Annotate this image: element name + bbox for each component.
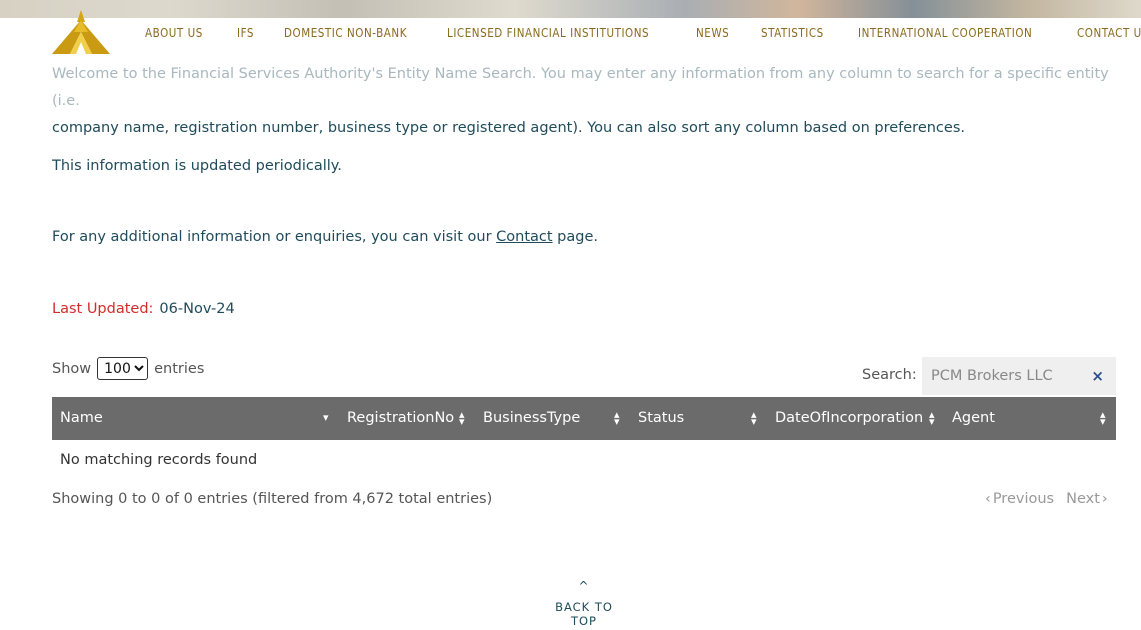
col-businesstype[interactable]: BusinessType (483, 410, 580, 426)
col-registrationno[interactable]: RegistrationNo (347, 410, 454, 426)
nav-licensed-financial-institutions[interactable]: LICENSED FINANCIAL INSTITUTIONS (447, 25, 649, 40)
empty-table-message: No matching records found (60, 452, 258, 468)
nav-news[interactable]: NEWS (696, 25, 729, 40)
sort-both-icon[interactable]: ▴ ▾ (751, 409, 757, 427)
col-agent[interactable]: Agent (952, 410, 995, 426)
sort-both-icon[interactable]: ▴ ▾ (929, 409, 935, 427)
nav-about-us[interactable]: ABOUT US (145, 25, 203, 40)
update-note: This information is updated periodically… (52, 158, 342, 174)
contact-note: For any additional information or enquir… (52, 229, 598, 245)
col-dateofincorporation[interactable]: DateOfIncorporation (775, 410, 923, 426)
chevron-left-icon: ‹ (985, 491, 991, 507)
next-label: Next (1066, 491, 1100, 507)
entries-length: Show 100 entries (52, 357, 204, 380)
nav-contact-us[interactable]: CONTACT US (1077, 25, 1141, 40)
entries-select[interactable]: 100 (97, 357, 149, 380)
sort-both-icon[interactable]: ▴ ▾ (1100, 409, 1106, 427)
col-status[interactable]: Status (638, 410, 684, 426)
contact-note-suffix: page. (552, 229, 598, 245)
show-label: Show (52, 360, 92, 377)
contact-note-text: For any additional information or enquir… (52, 229, 497, 245)
table-info: Showing 0 to 0 of 0 entries (filtered fr… (52, 491, 493, 507)
back-to-top-link[interactable]: ^ BACK TO TOP (548, 580, 620, 628)
back-to-top-label: BACK TO TOP (555, 600, 613, 628)
clear-search-icon[interactable]: × (1091, 367, 1104, 385)
previous-label: Previous (992, 491, 1055, 507)
last-updated-value: 06-Nov-24 (159, 301, 235, 317)
search-label: Search: (862, 367, 917, 383)
nav-domestic-non-bank[interactable]: DOMESTIC NON-BANK (284, 25, 407, 40)
last-updated: Last Updated: 06-Nov-24 (52, 301, 235, 317)
next-button[interactable]: Next › (1066, 491, 1108, 507)
contact-link[interactable]: Contact (496, 229, 552, 245)
main-nav: ABOUT US IFS DOMESTIC NON-BANK LICENSED … (145, 25, 1141, 40)
intro-paragraph: Welcome to the Financial Services Author… (52, 61, 1112, 142)
sort-both-icon[interactable]: ▴ ▾ (614, 409, 620, 427)
fsa-logo[interactable] (52, 8, 110, 56)
last-updated-label: Last Updated: (52, 301, 154, 317)
table-header: Name ▾ RegistrationNo ▴ ▾ BusinessType ▴ ▾… (52, 397, 1116, 440)
sort-desc-icon[interactable]: ▾ (323, 412, 329, 423)
entries-label: entries (154, 360, 205, 377)
col-name[interactable]: Name (60, 410, 103, 426)
pagination: ‹ Previous Next › (985, 491, 1108, 507)
nav-statistics[interactable]: STATISTICS (761, 25, 824, 40)
search-box: × (922, 357, 1116, 395)
sort-both-icon[interactable]: ▴ ▾ (459, 409, 465, 427)
chevron-up-icon: ^ (578, 579, 590, 593)
chevron-right-icon: › (1101, 491, 1108, 507)
intro-line-2: company name, registration number, busin… (52, 120, 965, 136)
header-banner (0, 0, 1141, 18)
nav-ifs[interactable]: IFS (237, 25, 254, 40)
search-input[interactable] (922, 357, 1082, 395)
intro-line-1: Welcome to the Financial Services Author… (52, 66, 1109, 109)
previous-button[interactable]: ‹ Previous (985, 491, 1054, 507)
nav-international-cooperation[interactable]: INTERNATIONAL COOPERATION (858, 25, 1032, 40)
